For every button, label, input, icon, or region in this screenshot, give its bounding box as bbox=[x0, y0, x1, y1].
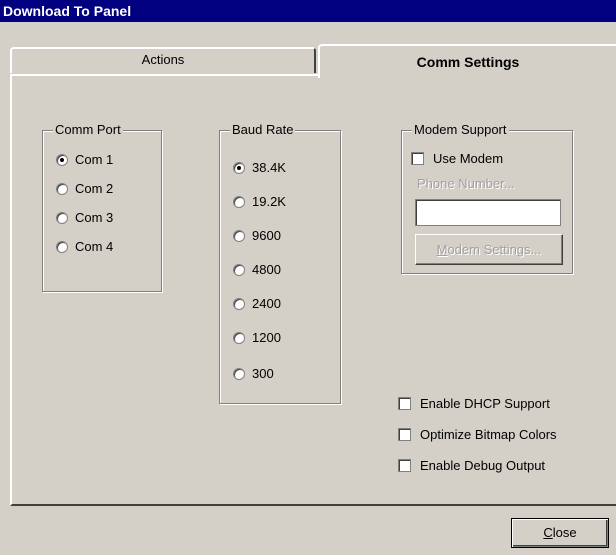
modem-settings-label: Modem Settings... bbox=[436, 242, 542, 257]
optimize-bitmap-label: Optimize Bitmap Colors bbox=[420, 427, 557, 442]
radio-baud-300-label: 300 bbox=[252, 366, 274, 381]
radio-com2-indicator[interactable] bbox=[56, 182, 68, 195]
modem-support-label: Modem Support bbox=[412, 122, 509, 138]
radio-baud-38400-label: 38.4K bbox=[252, 160, 286, 175]
radio-baud-1200-label: 1200 bbox=[252, 330, 281, 345]
radio-baud-19200-indicator[interactable] bbox=[233, 195, 245, 208]
radio-baud-2400-indicator[interactable] bbox=[233, 297, 245, 310]
close-button-label: Close bbox=[543, 525, 577, 540]
radio-baud-2400-label: 2400 bbox=[252, 296, 281, 311]
comm-port-label: Comm Port bbox=[53, 122, 123, 138]
enable-dhcp-checkbox[interactable]: Enable DHCP Support bbox=[398, 396, 550, 411]
use-modem-checkbox-box[interactable] bbox=[411, 152, 424, 165]
radio-baud-4800-label: 4800 bbox=[252, 262, 281, 277]
use-modem-label: Use Modem bbox=[433, 151, 504, 166]
radio-baud-38400-indicator[interactable] bbox=[233, 161, 245, 174]
radio-baud-1200-indicator[interactable] bbox=[233, 331, 245, 344]
radio-baud-4800[interactable]: 4800 bbox=[233, 262, 281, 277]
radio-com4[interactable]: Com 4 bbox=[56, 239, 113, 254]
radio-baud-38400[interactable]: 38.4K bbox=[233, 160, 286, 175]
radio-com4-label: Com 4 bbox=[75, 239, 114, 254]
tab-comm-settings[interactable]: Comm Settings bbox=[318, 44, 616, 78]
enable-dhcp-checkbox-box[interactable] bbox=[398, 397, 411, 410]
close-button[interactable]: Close bbox=[511, 518, 609, 548]
radio-com3[interactable]: Com 3 bbox=[56, 210, 113, 225]
phone-number-input[interactable] bbox=[415, 199, 561, 226]
radio-baud-19200-label: 19.2K bbox=[252, 194, 286, 209]
radio-baud-1200[interactable]: 1200 bbox=[233, 330, 281, 345]
radio-com3-label: Com 3 bbox=[75, 210, 114, 225]
radio-com2-label: Com 2 bbox=[75, 181, 114, 196]
modem-settings-button[interactable]: Modem Settings... bbox=[415, 234, 563, 265]
radio-com1[interactable]: Com 1 bbox=[56, 152, 113, 167]
tab-actions[interactable]: Actions bbox=[10, 47, 316, 73]
radio-baud-2400[interactable]: 2400 bbox=[233, 296, 281, 311]
enable-debug-checkbox[interactable]: Enable Debug Output bbox=[398, 458, 545, 473]
use-modem-checkbox[interactable]: Use Modem bbox=[411, 151, 503, 166]
phone-number-label: Phone Number... bbox=[417, 176, 515, 191]
enable-debug-checkbox-box[interactable] bbox=[398, 459, 411, 472]
optimize-bitmap-checkbox[interactable]: Optimize Bitmap Colors bbox=[398, 427, 557, 442]
radio-com1-label: Com 1 bbox=[75, 152, 114, 167]
radio-com2[interactable]: Com 2 bbox=[56, 181, 113, 196]
enable-debug-label: Enable Debug Output bbox=[420, 458, 546, 473]
enable-dhcp-label: Enable DHCP Support bbox=[420, 396, 550, 411]
baud-rate-label: Baud Rate bbox=[230, 122, 296, 138]
window-title: Download To Panel bbox=[0, 0, 616, 22]
radio-baud-9600-label: 9600 bbox=[252, 228, 281, 243]
radio-com4-indicator[interactable] bbox=[56, 240, 68, 253]
optimize-bitmap-checkbox-box[interactable] bbox=[398, 428, 411, 441]
radio-baud-19200[interactable]: 19.2K bbox=[233, 194, 286, 209]
radio-baud-4800-indicator[interactable] bbox=[233, 263, 245, 276]
radio-baud-300[interactable]: 300 bbox=[233, 366, 274, 381]
radio-com3-indicator[interactable] bbox=[56, 211, 68, 224]
radio-baud-9600-indicator[interactable] bbox=[233, 229, 245, 242]
radio-com1-indicator[interactable] bbox=[56, 153, 68, 166]
radio-baud-9600[interactable]: 9600 bbox=[233, 228, 281, 243]
radio-baud-300-indicator[interactable] bbox=[233, 367, 245, 380]
